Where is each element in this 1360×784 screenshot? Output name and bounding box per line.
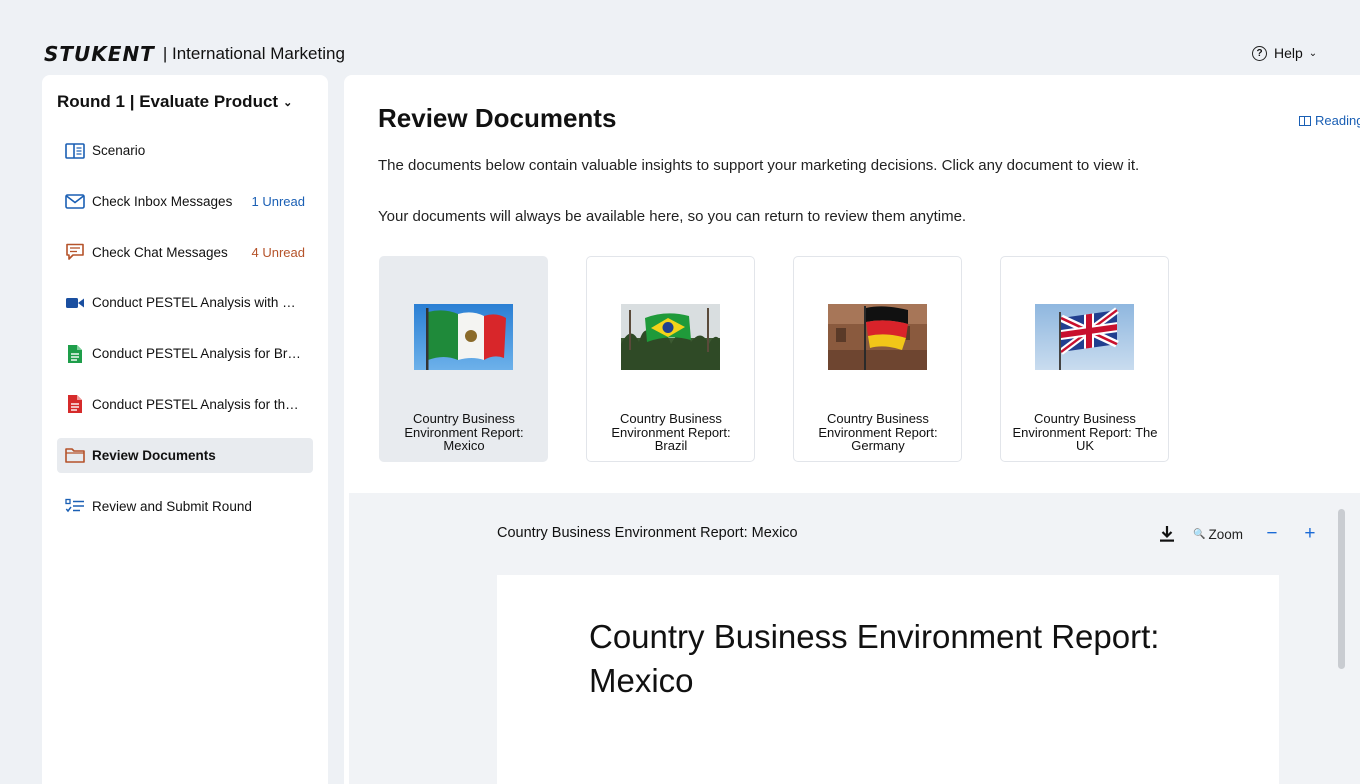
sidebar-item-pestel-other[interactable]: Conduct PESTEL Analysis for the ... [57,387,313,422]
uk-flag-image [1035,304,1134,370]
unread-badge: 1 Unread [251,193,305,209]
sidebar-item-label: Conduct PESTEL Analysis with Ma... [92,295,305,311]
document-page: Country Business Environment Report: Mex… [497,575,1279,784]
germany-flag-image [828,304,927,370]
sidebar-item-label: Conduct PESTEL Analysis for the ... [92,396,305,412]
document-viewer: Country Business Environment Report: Mex… [349,493,1360,784]
reading-mode-button[interactable]: Reading [1299,113,1360,128]
sidebar-item-review-submit[interactable]: Review and Submit Round [57,489,313,524]
sidebar-item-label: Scenario [92,143,146,158]
reading-icon [1299,115,1311,126]
zoom-out-button[interactable]: − [1261,523,1283,545]
zoom-control: 🔍 Zoom [1193,527,1243,542]
sidebar-item-scenario[interactable]: Scenario [57,133,313,168]
app-title: | International Marketing [162,44,345,63]
chevron-down-icon: ⌄ [1308,47,1318,59]
unread-badge: 4 Unread [251,244,305,260]
document-cards: Country Business Environment Report: Mex… [379,256,1207,462]
zoom-label: Zoom [1208,526,1243,542]
sidebar-item-pestel-video[interactable]: Conduct PESTEL Analysis with Ma... [57,285,313,320]
chat-icon [65,243,85,261]
brand: STUKENT | International Marketing [44,42,345,66]
page-title: Review Documents [378,103,617,133]
folder-icon [65,446,85,464]
checklist-icon [65,497,85,515]
red-document-icon [65,395,85,414]
mexico-flag-image [414,304,513,370]
description-text: The documents below contain valuable ins… [378,157,1140,174]
viewer-scrollbar[interactable] [1338,509,1345,669]
question-circle-icon: ? [1252,45,1267,61]
document-card-title: Country Business Environment Report: The… [1012,411,1158,453]
document-heading: Country Business Environment Report: Mex… [589,618,1160,699]
document-card-title: Country Business Environment Report: Mex… [404,411,524,453]
sidebar-nav: Scenario Check Inbox Messages 1 Unread C… [57,133,313,539]
viewer-title: Country Business Environment Report: Mex… [497,525,798,541]
round-title: Round 1 | Evaluate Product [57,92,279,111]
brazil-flag-image [621,304,720,370]
sidebar-item-label: Check Chat Messages [92,244,228,260]
book-open-icon [65,142,85,160]
sidebar-item-review-documents[interactable]: Review Documents [57,437,313,473]
sidebar-item-label: Check Inbox Messages [92,193,233,209]
help-menu-button[interactable]: ? Help ⌄ [1252,45,1317,61]
sidebar-item-inbox[interactable]: Check Inbox Messages 1 Unread [57,184,313,219]
reading-label: Reading [1315,113,1360,128]
sidebar-item-label: Review and Submit Round [92,498,252,514]
sidebar-item-chat[interactable]: Check Chat Messages 4 Unread [57,235,313,270]
sidebar: Round 1 | Evaluate Product ⌄ Scenario Ch… [42,75,328,784]
document-card-mexico[interactable]: Country Business Environment Report: Mex… [379,256,548,462]
document-card-brazil[interactable]: Country Business Environment Report: Bra… [586,256,755,462]
zoom-in-button[interactable]: + [1299,523,1321,545]
video-camera-icon [65,294,85,312]
sidebar-item-pestel-brazil[interactable]: Conduct PESTEL Analysis for Brazil [57,336,313,371]
chevron-down-icon: ⌄ [283,96,293,109]
sidebar-item-label: Conduct PESTEL Analysis for Brazil [92,346,305,362]
sidebar-item-label: Review Documents [92,447,216,463]
green-document-icon [65,344,85,363]
envelope-icon [65,192,85,210]
magnifier-icon: 🔍 [1193,528,1206,540]
description-text: Your documents will always be available … [378,208,967,225]
download-icon[interactable] [1159,525,1175,543]
viewer-toolbar: 🔍 Zoom − + [1159,523,1321,545]
round-selector[interactable]: Round 1 | Evaluate Product ⌄ [57,92,292,112]
top-bar: STUKENT | International Marketing ? Help… [0,0,1360,75]
stukent-logo[interactable]: STUKENT [44,42,155,66]
document-card-uk[interactable]: Country Business Environment Report: The… [1000,256,1169,462]
help-label: Help [1274,45,1303,61]
document-card-germany[interactable]: Country Business Environment Report: Ger… [793,256,962,462]
document-card-title: Country Business Environment Report: Ger… [818,411,938,453]
document-card-title: Country Business Environment Report: Bra… [611,411,731,453]
